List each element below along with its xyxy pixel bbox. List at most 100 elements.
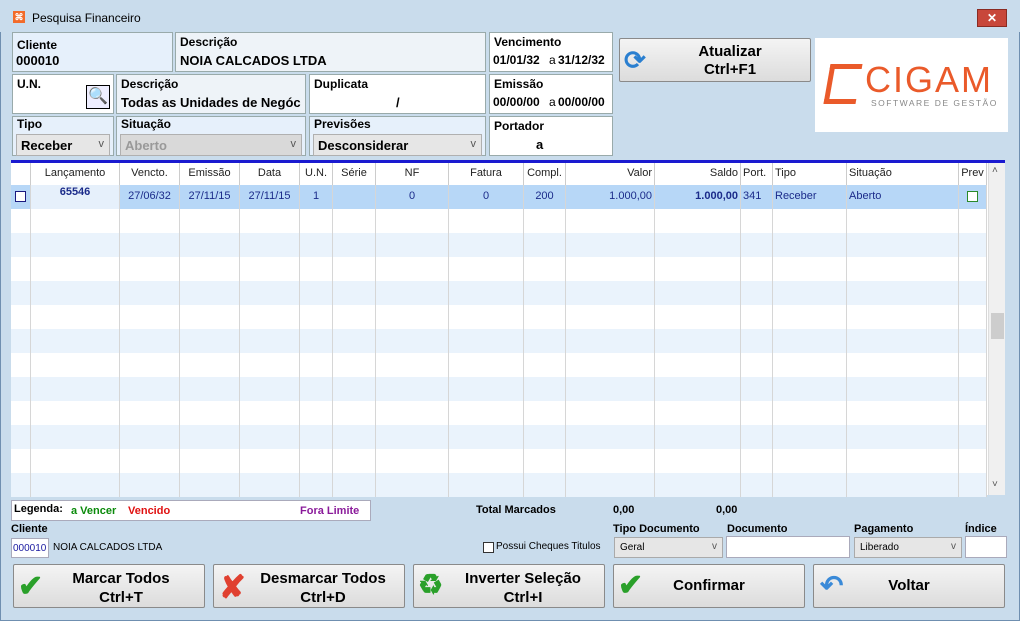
column-header[interactable]: NF bbox=[376, 163, 449, 185]
desmarcar-todos-button[interactable]: ✘ Desmarcar Todos Ctrl+D bbox=[213, 564, 405, 608]
scroll-up-icon[interactable]: ˄ bbox=[992, 165, 998, 176]
empty-cell bbox=[566, 353, 655, 377]
empty-cell bbox=[240, 281, 300, 305]
empty-cell bbox=[376, 401, 449, 425]
column-header[interactable]: Série bbox=[333, 163, 376, 185]
empty-cell bbox=[847, 377, 959, 401]
empty-cell bbox=[847, 425, 959, 449]
column-header[interactable]: Valor bbox=[566, 163, 655, 185]
total-marcados-label: Total Marcados bbox=[476, 504, 556, 516]
column-header[interactable]: Lançamento bbox=[31, 163, 120, 185]
column-header[interactable]: Emissão bbox=[180, 163, 240, 185]
empty-cell bbox=[180, 449, 240, 473]
voltar-button[interactable]: ↶ Voltar bbox=[813, 564, 1005, 608]
vencimento-field[interactable]: Vencimento 01/01/32 a 31/12/32 bbox=[489, 32, 613, 72]
portador-field[interactable]: Portador a bbox=[489, 116, 613, 156]
total-marcados-value: 0,00 bbox=[613, 504, 635, 516]
empty-cell bbox=[566, 425, 655, 449]
un-descricao-field: Descrição Todas as Unidades de Negóc bbox=[116, 74, 306, 114]
column-header[interactable]: Compl. bbox=[524, 163, 566, 185]
empty-cell bbox=[11, 377, 31, 401]
duplicata-value: / bbox=[396, 95, 400, 110]
cell-port: 341 bbox=[741, 185, 773, 209]
tipo-select[interactable]: Receber v bbox=[16, 134, 110, 156]
column-header[interactable]: Port. bbox=[741, 163, 773, 185]
checkmark-icon: ✔ bbox=[618, 569, 644, 602]
legend-label: Legenda: bbox=[14, 503, 63, 515]
empty-cell bbox=[376, 473, 449, 497]
row-checkbox[interactable] bbox=[967, 190, 978, 202]
empty-cell bbox=[449, 449, 524, 473]
column-header[interactable]: Situação bbox=[847, 163, 959, 185]
cell-select bbox=[11, 185, 31, 209]
empty-cell bbox=[300, 257, 333, 281]
table-row[interactable]: 65546 27/06/32 27/11/15 27/11/15 1 0 0 200 1.000… bbox=[11, 185, 987, 209]
empty-cell bbox=[376, 425, 449, 449]
cigam-logo: CIGAM SOFTWARE DE GESTÃO bbox=[815, 38, 1008, 132]
column-header[interactable]: Prev bbox=[959, 163, 987, 185]
scrollbar[interactable]: ˄ ˅ bbox=[988, 163, 1005, 495]
marcar-todos-button[interactable]: ✔ Marcar Todos Ctrl+T bbox=[13, 564, 205, 608]
descricao-value: NOIA CALCADOS LTDA bbox=[180, 53, 327, 68]
voltar-label: Voltar bbox=[888, 577, 930, 594]
chevron-down-icon: v bbox=[951, 541, 956, 552]
row-checkbox[interactable] bbox=[15, 190, 26, 202]
cliente-field[interactable]: Cliente 000010 bbox=[12, 32, 173, 72]
un-field[interactable]: U.N. 🔍 bbox=[12, 74, 114, 114]
empty-cell bbox=[741, 209, 773, 233]
empty-cell bbox=[655, 425, 741, 449]
documento-input[interactable] bbox=[726, 536, 850, 558]
empty-cell bbox=[449, 233, 524, 257]
column-header[interactable]: Data bbox=[240, 163, 300, 185]
empty-row bbox=[11, 425, 987, 449]
empty-cell bbox=[31, 401, 120, 425]
empty-cell bbox=[376, 377, 449, 401]
empty-cell bbox=[180, 257, 240, 281]
emissao-from[interactable]: 00/00/00 bbox=[493, 95, 540, 109]
atualizar-button[interactable]: ⟳ Atualizar Ctrl+F1 bbox=[619, 38, 811, 82]
empty-row bbox=[11, 305, 987, 329]
scroll-down-icon[interactable]: ˅ bbox=[992, 479, 998, 490]
vencimento-to[interactable]: 31/12/32 bbox=[558, 53, 605, 67]
empty-cell bbox=[741, 425, 773, 449]
empty-cell bbox=[959, 329, 987, 353]
column-header[interactable]: U.N. bbox=[300, 163, 333, 185]
column-header[interactable]: Fatura bbox=[449, 163, 524, 185]
empty-cell bbox=[847, 473, 959, 497]
vencimento-from[interactable]: 01/01/32 bbox=[493, 53, 540, 67]
previsoes-select[interactable]: Desconsiderar v bbox=[313, 134, 482, 156]
emissao-field[interactable]: Emissão 00/00/00 a 00/00/00 bbox=[489, 74, 613, 114]
indice-input[interactable] bbox=[965, 536, 1007, 558]
cell-compl: 200 bbox=[524, 185, 566, 209]
empty-cell bbox=[449, 401, 524, 425]
column-header[interactable]: Tipo bbox=[773, 163, 847, 185]
column-header[interactable] bbox=[11, 163, 31, 185]
app-icon: ⌘ bbox=[13, 11, 25, 23]
empty-cell bbox=[333, 401, 376, 425]
tipo-documento-select[interactable]: Geral v bbox=[614, 537, 723, 558]
pagamento-select[interactable]: Liberado v bbox=[854, 537, 962, 558]
empty-cell bbox=[773, 281, 847, 305]
inverter-selecao-button[interactable]: ♻ Inverter Seleção Ctrl+I bbox=[413, 564, 605, 608]
empty-cell bbox=[449, 257, 524, 281]
cell-lanamento[interactable]: 65546 bbox=[31, 185, 120, 209]
pagamento-label: Pagamento bbox=[854, 523, 914, 535]
empty-cell bbox=[31, 473, 120, 497]
footer-cliente-code[interactable]: 000010 bbox=[11, 538, 49, 558]
column-header[interactable]: Saldo bbox=[655, 163, 741, 185]
column-header[interactable]: Vencto. bbox=[120, 163, 180, 185]
emissao-to[interactable]: 00/00/00 bbox=[558, 95, 605, 109]
cell-situao: Aberto bbox=[847, 185, 959, 209]
empty-cell bbox=[180, 305, 240, 329]
empty-row bbox=[11, 329, 987, 353]
marcar-shortcut: Ctrl+T bbox=[99, 589, 143, 606]
empty-cell bbox=[376, 281, 449, 305]
chevron-down-icon: v bbox=[712, 541, 717, 552]
cheques-checkbox[interactable] bbox=[483, 542, 494, 553]
duplicata-field[interactable]: Duplicata / bbox=[309, 74, 486, 114]
confirmar-button[interactable]: ✔ Confirmar bbox=[613, 564, 805, 608]
un-descricao-value: Todas as Unidades de Negóc bbox=[121, 95, 301, 110]
close-button[interactable]: ✕ bbox=[977, 9, 1007, 27]
search-icon[interactable]: 🔍 bbox=[86, 85, 110, 109]
scroll-thumb[interactable] bbox=[991, 313, 1004, 339]
